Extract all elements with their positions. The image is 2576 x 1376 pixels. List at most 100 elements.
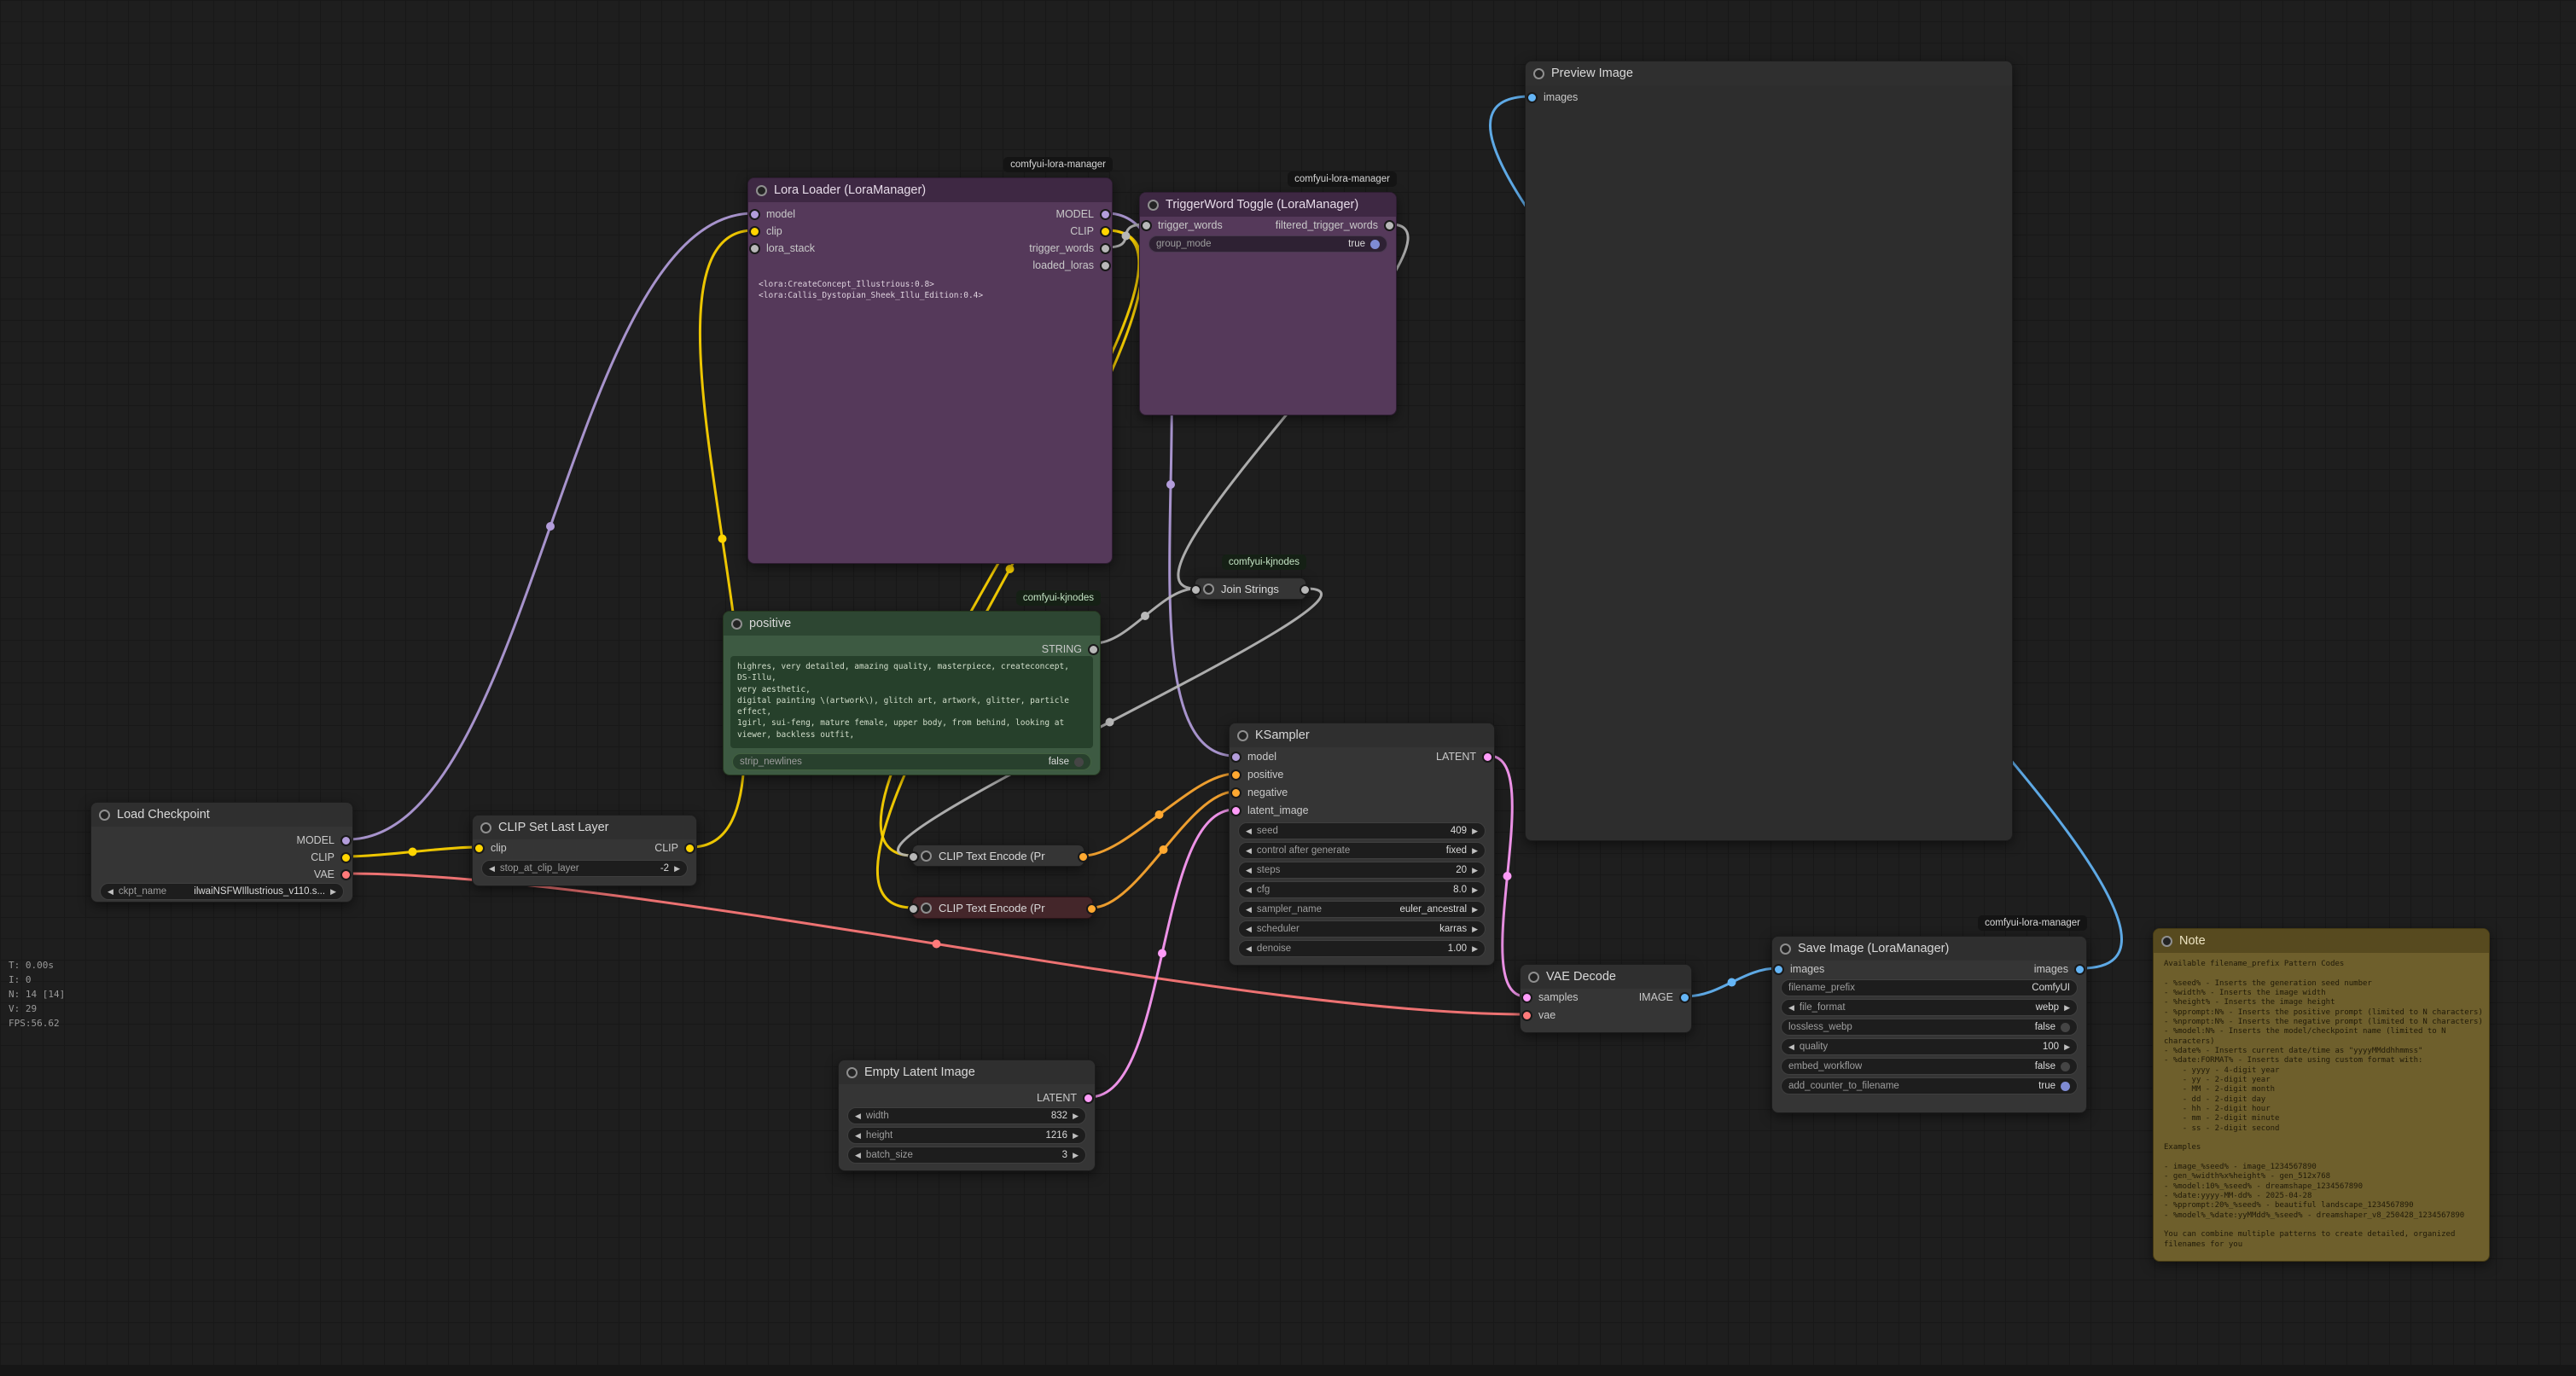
increment-arrow-icon[interactable]: ▶ xyxy=(1472,867,1478,874)
decrement-arrow-icon[interactable]: ◀ xyxy=(1246,867,1252,874)
collapse-toggle-icon[interactable] xyxy=(1780,943,1791,955)
ckpt-name-widget[interactable]: ◀ ckpt_name ilwaiNSFWIllustrious_v110.s.… xyxy=(100,883,344,900)
collapse-toggle-icon[interactable] xyxy=(921,851,932,862)
lossless-webp-toggle-widget[interactable]: lossless_webp false xyxy=(1781,1019,2078,1036)
output-port-latent[interactable] xyxy=(1083,1093,1094,1104)
node-clip-set-last-layer[interactable]: CLIP Set Last Layer clip CLIP ◀ stop_at_… xyxy=(472,815,697,886)
batch-size-widget[interactable]: ◀ batch_size 3 ▶ xyxy=(847,1147,1086,1164)
file-format-widget[interactable]: ◀ file_format webp ▶ xyxy=(1781,999,2078,1016)
collapse-toggle-icon[interactable] xyxy=(1533,68,1544,79)
collapse-toggle-icon[interactable] xyxy=(2161,936,2172,947)
output-port-image[interactable] xyxy=(1679,992,1690,1003)
height-widget[interactable]: ◀ height 1216 ▶ xyxy=(847,1127,1086,1144)
collapsed-input-port[interactable] xyxy=(908,851,919,862)
node-lora-loader[interactable]: Lora Loader (LoraManager) model clip lor… xyxy=(747,177,1113,564)
collapse-toggle-icon[interactable] xyxy=(1237,730,1248,741)
combo-right-arrow-icon[interactable]: ▶ xyxy=(1472,906,1478,914)
combo-right-arrow-icon[interactable]: ▶ xyxy=(1472,847,1478,855)
width-widget[interactable]: ◀ width 832 ▶ xyxy=(847,1107,1086,1124)
decrement-arrow-icon[interactable]: ◀ xyxy=(1246,945,1252,953)
node-ksampler[interactable]: KSampler model positive negative latent_… xyxy=(1229,723,1495,966)
input-port-images[interactable] xyxy=(1773,964,1784,975)
toggle-knob-icon[interactable] xyxy=(1074,758,1084,767)
output-port-clip[interactable] xyxy=(684,843,695,854)
filename-prefix-widget[interactable]: filename_prefix ComfyUI xyxy=(1781,979,2078,996)
collapse-toggle-icon[interactable] xyxy=(1203,583,1214,595)
combo-left-arrow-icon[interactable]: ◀ xyxy=(108,888,113,896)
group-mode-toggle-widget[interactable]: group_mode true xyxy=(1148,235,1387,253)
toggle-knob-icon[interactable] xyxy=(1370,240,1380,249)
combo-left-arrow-icon[interactable]: ◀ xyxy=(1788,1004,1794,1012)
combo-left-arrow-icon[interactable]: ◀ xyxy=(1246,906,1252,914)
output-port-filtered-trigger-words[interactable] xyxy=(1384,220,1395,231)
combo-right-arrow-icon[interactable]: ▶ xyxy=(330,888,336,896)
combo-left-arrow-icon[interactable]: ◀ xyxy=(1246,847,1252,855)
decrement-arrow-icon[interactable]: ◀ xyxy=(855,1112,861,1120)
node-preview-image[interactable]: Preview Image images xyxy=(1525,61,2013,841)
decrement-arrow-icon[interactable]: ◀ xyxy=(1246,827,1252,835)
cfg-widget[interactable]: ◀ cfg 8.0 ▶ xyxy=(1238,881,1486,898)
node-save-image[interactable]: Save Image (LoraManager) images images f… xyxy=(1771,936,2087,1113)
node-header[interactable]: VAE Decode xyxy=(1521,965,1691,989)
add-counter-toggle-widget[interactable]: add_counter_to_filename true xyxy=(1781,1077,2078,1094)
node-vae-decode[interactable]: VAE Decode samples vae IMAGE xyxy=(1520,964,1692,1033)
node-load-checkpoint[interactable]: Load Checkpoint MODEL CLIP VAE ◀ ckpt_na… xyxy=(90,802,353,903)
control-after-generate-widget[interactable]: ◀ control after generate fixed ▶ xyxy=(1238,842,1486,859)
node-header[interactable]: TriggerWord Toggle (LoraManager) xyxy=(1140,193,1396,217)
input-port-lora-stack[interactable] xyxy=(749,243,760,254)
input-port-negative[interactable] xyxy=(1230,787,1241,798)
increment-arrow-icon[interactable]: ▶ xyxy=(1472,827,1478,835)
output-port-latent[interactable] xyxy=(1482,752,1493,763)
input-port-samples[interactable] xyxy=(1521,992,1532,1003)
combo-right-arrow-icon[interactable]: ▶ xyxy=(2064,1004,2070,1012)
output-port-model[interactable] xyxy=(1100,209,1111,220)
node-header[interactable]: Lora Loader (LoraManager) xyxy=(748,178,1112,202)
input-port-images[interactable] xyxy=(1526,92,1538,103)
node-header[interactable]: Preview Image xyxy=(1526,61,2012,85)
node-clip-text-encode-positive[interactable]: CLIP Text Encode (Pr xyxy=(912,845,1084,867)
output-port-loaded-loras[interactable] xyxy=(1100,260,1111,271)
collapsed-input-port[interactable] xyxy=(908,903,919,914)
increment-arrow-icon[interactable]: ▶ xyxy=(2064,1043,2070,1051)
node-header[interactable]: positive xyxy=(724,612,1100,636)
lora-syntax-text[interactable]: <lora:CreateConcept_Illustrious:0.8> <lo… xyxy=(759,279,1105,302)
combo-right-arrow-icon[interactable]: ▶ xyxy=(1472,926,1478,933)
increment-arrow-icon[interactable]: ▶ xyxy=(1472,945,1478,953)
collapse-toggle-icon[interactable] xyxy=(480,822,491,833)
node-header[interactable]: Empty Latent Image xyxy=(839,1060,1095,1084)
output-port-string[interactable] xyxy=(1088,644,1099,655)
node-clip-text-encode-negative[interactable]: CLIP Text Encode (Pr xyxy=(912,897,1093,919)
embed-workflow-toggle-widget[interactable]: embed_workflow false xyxy=(1781,1058,2078,1075)
collapse-toggle-icon[interactable] xyxy=(756,185,767,196)
input-port-clip[interactable] xyxy=(749,226,760,237)
node-join-strings[interactable]: Join Strings xyxy=(1195,578,1306,600)
collapse-toggle-icon[interactable] xyxy=(1148,200,1159,211)
scheduler-widget[interactable]: ◀ scheduler karras ▶ xyxy=(1238,920,1486,938)
input-port-model[interactable] xyxy=(749,209,760,220)
output-port-clip[interactable] xyxy=(1100,226,1111,237)
input-port-clip[interactable] xyxy=(474,843,485,854)
quality-widget[interactable]: ◀ quality 100 ▶ xyxy=(1781,1038,2078,1055)
collapsed-output-port[interactable] xyxy=(1078,851,1089,862)
node-header[interactable]: Load Checkpoint xyxy=(91,803,352,827)
steps-widget[interactable]: ◀ steps 20 ▶ xyxy=(1238,862,1486,879)
collapsed-input-port[interactable] xyxy=(1190,584,1201,595)
output-port-trigger-words[interactable] xyxy=(1100,243,1111,254)
output-port-clip[interactable] xyxy=(340,852,352,863)
node-graph-canvas[interactable]: T: 0.00s I: 0 N: 14 [14] V: 29 FPS:56.62… xyxy=(0,0,2576,1376)
node-note[interactable]: Note Available filename_prefix Pattern C… xyxy=(2153,928,2490,1262)
decrement-arrow-icon[interactable]: ◀ xyxy=(1788,1043,1794,1051)
increment-arrow-icon[interactable]: ▶ xyxy=(1073,1152,1079,1159)
node-triggerword-toggle[interactable]: TriggerWord Toggle (LoraManager) trigger… xyxy=(1139,192,1397,415)
collapse-toggle-icon[interactable] xyxy=(99,810,110,821)
prompt-textarea[interactable]: highres, very detailed, amazing quality,… xyxy=(730,656,1093,748)
node-positive-prompt[interactable]: positive STRING highres, very detailed, … xyxy=(723,611,1101,775)
increment-arrow-icon[interactable]: ▶ xyxy=(1073,1132,1079,1140)
output-port-images[interactable] xyxy=(2074,964,2085,975)
collapsed-output-port[interactable] xyxy=(1300,584,1311,595)
decrement-arrow-icon[interactable]: ◀ xyxy=(855,1132,861,1140)
node-header[interactable]: CLIP Set Last Layer xyxy=(473,816,696,839)
input-port-positive[interactable] xyxy=(1230,769,1241,781)
toggle-knob-icon[interactable] xyxy=(2061,1023,2070,1032)
input-port-model[interactable] xyxy=(1230,752,1241,763)
